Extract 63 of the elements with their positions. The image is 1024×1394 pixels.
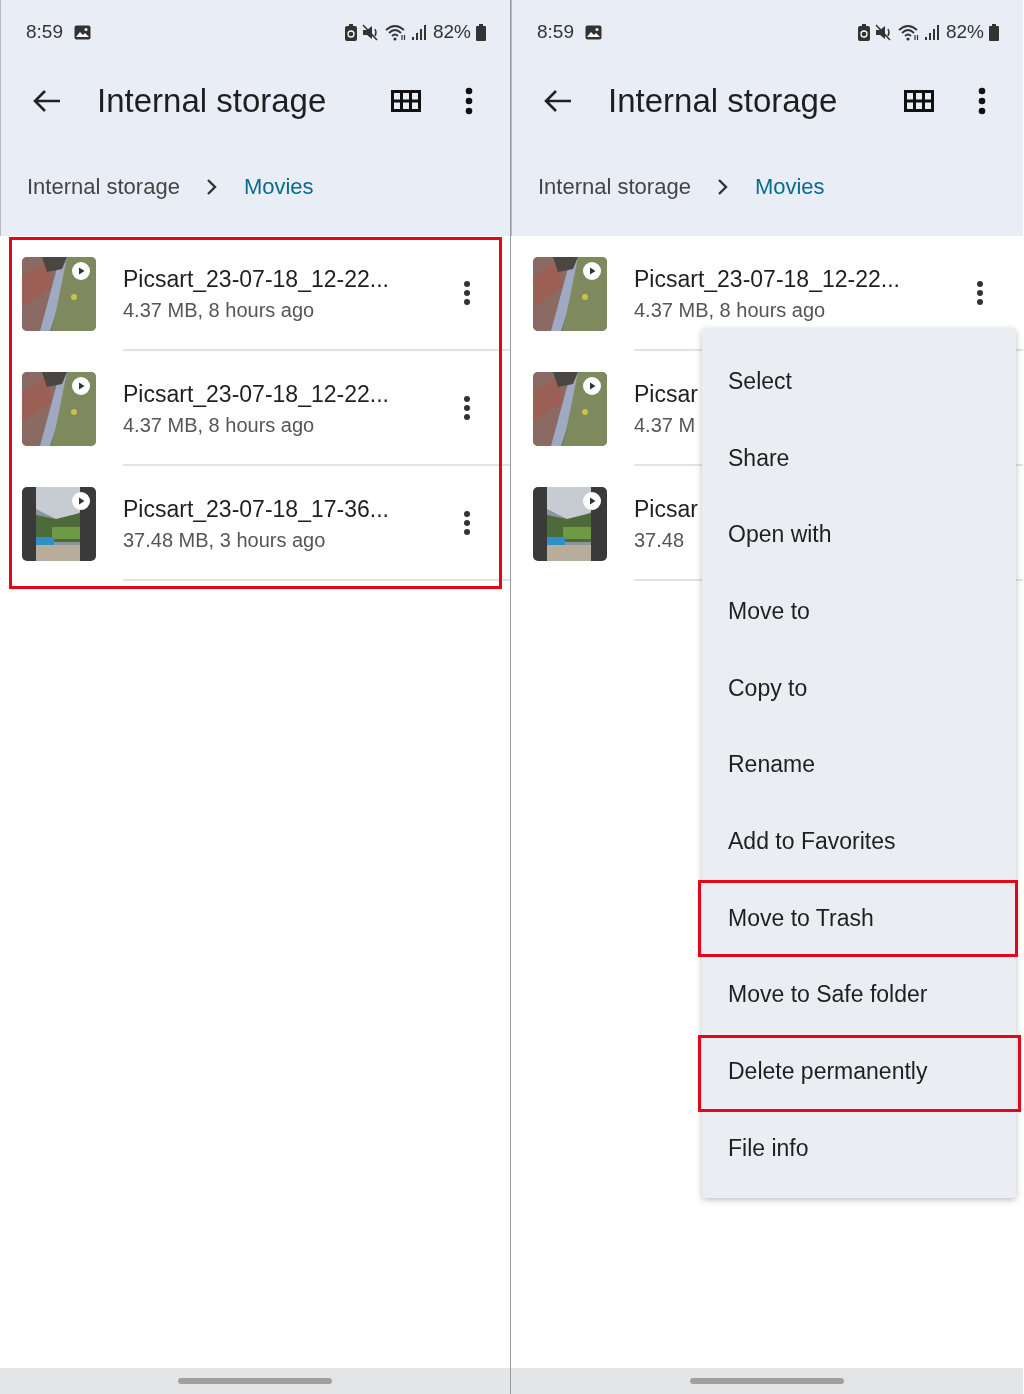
play-icon [72,261,90,280]
image-icon [74,24,91,40]
menu-item[interactable]: Delete permanently [702,1033,1016,1110]
file-details: 37.48 MB, 3 hours ago [123,528,326,552]
breadcrumb-item[interactable]: Movies [754,174,825,200]
play-icon [72,491,90,510]
wifi-icon [384,23,407,41]
chevron-right-icon [716,178,729,196]
chevron-right-icon [205,178,218,196]
battery-icon [476,23,486,41]
app-title: Internal storage [97,82,328,120]
signal-icon [924,23,939,41]
more-options-icon[interactable] [463,279,471,306]
battery-saver-icon [344,23,357,41]
file-details: 4.37 M [634,413,696,437]
menu-item[interactable]: File info [702,1109,1016,1187]
menu-item[interactable]: Add to Favorites [702,803,1016,880]
breadcrumb-item[interactable]: Internal storage [27,174,180,200]
mute-icon [361,23,380,41]
more-options-icon[interactable] [463,394,471,421]
file-name[interactable]: Picsart_23-07-18_12-22... [123,380,389,408]
file-details: 4.37 MB, 8 hours ago [123,298,315,322]
play-icon [583,491,601,510]
menu-item[interactable]: Share [702,419,1016,497]
file-details: 37.48 [634,528,685,552]
back-arrow-icon[interactable] [33,89,61,113]
image-icon [585,24,602,40]
file-details: 4.37 MB, 8 hours ago [123,413,315,437]
menu-item[interactable]: Copy to [702,649,1016,727]
menu-item[interactable]: Open with [702,496,1016,574]
menu-item[interactable]: Move to Trash [702,879,1016,957]
more-options-icon[interactable] [978,87,986,115]
signal-icon [411,23,426,41]
file-name[interactable]: Picsart_23-07-18_12-22... [634,265,900,293]
battery-level: 82% [945,21,984,43]
app-title: Internal storage [608,82,839,120]
file-name[interactable]: Picsart_23-07-18_17-36... [123,495,389,523]
file-details: 4.37 MB, 8 hours ago [634,298,826,322]
play-icon [583,261,601,280]
file-name[interactable]: Picsar [634,495,698,523]
more-options-icon[interactable] [976,279,984,306]
menu-item[interactable]: Rename [702,726,1016,804]
status-time: 8:59 [26,21,63,43]
play-icon [583,376,601,395]
back-arrow-icon[interactable] [544,89,572,113]
mute-icon [874,23,893,41]
menu-item[interactable]: Move to [702,573,1016,650]
grid-view-icon[interactable] [391,90,421,112]
battery-icon [989,23,999,41]
breadcrumb-item[interactable]: Internal storage [538,174,691,200]
more-options-icon[interactable] [463,509,471,536]
breadcrumb-item[interactable]: Movies [243,174,314,200]
battery-saver-icon [857,23,870,41]
status-time: 8:59 [537,21,574,43]
file-name[interactable]: Picsart_23-07-18_12-22... [123,265,389,293]
more-options-icon[interactable] [465,87,473,115]
wifi-icon [897,23,920,41]
menu-item[interactable]: Move to Safe folder [702,956,1016,1034]
battery-level: 82% [432,21,471,43]
grid-view-icon[interactable] [904,90,934,112]
file-name[interactable]: Picsar [634,380,698,408]
play-icon [72,376,90,395]
menu-item[interactable]: Select [702,343,1016,420]
